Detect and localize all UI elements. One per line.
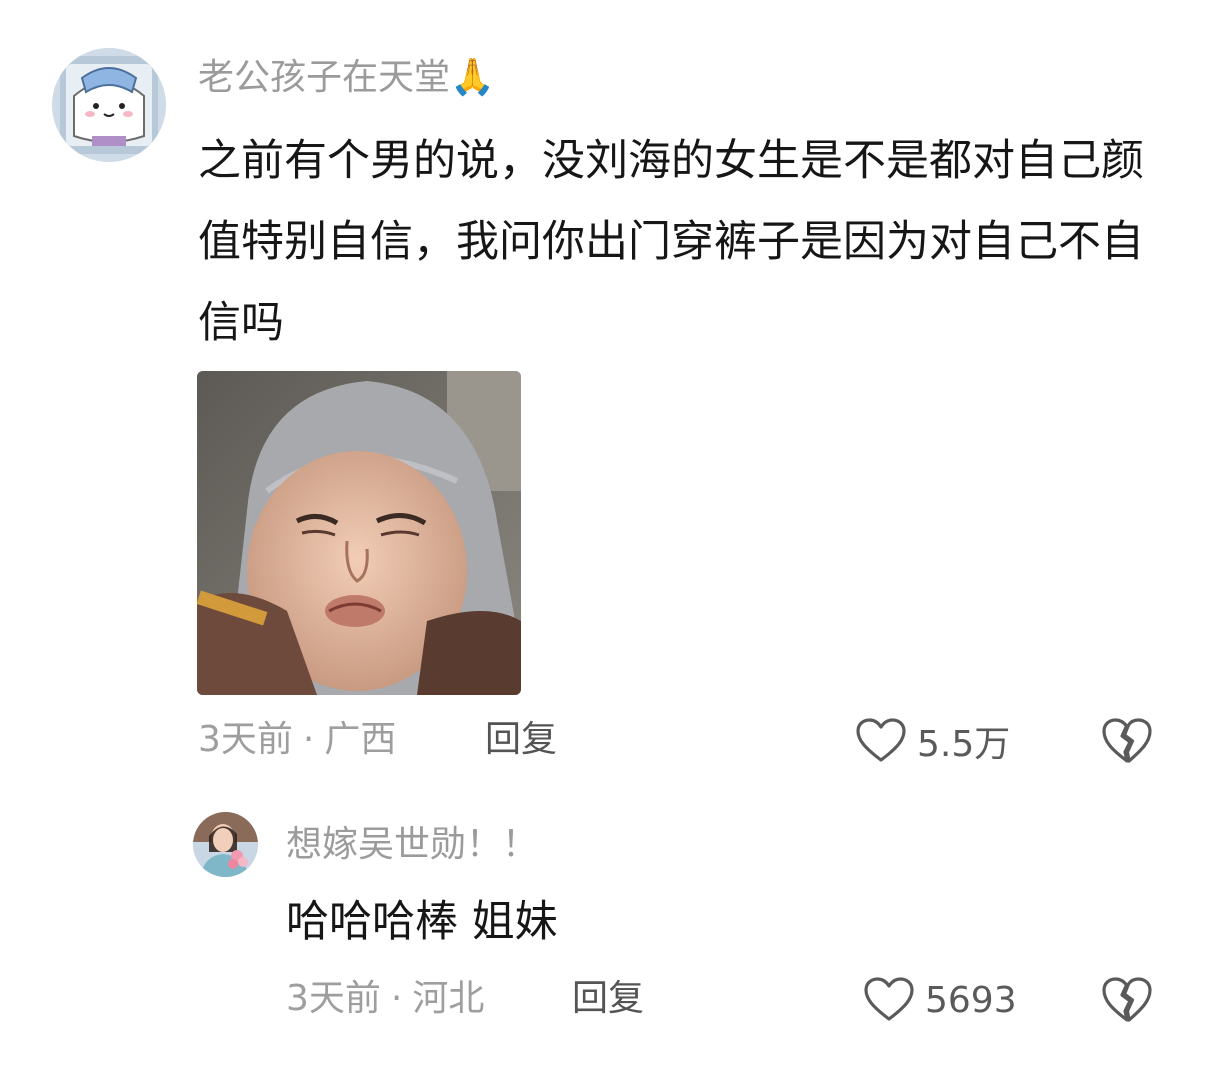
reply-button[interactable]: 回复 (485, 716, 557, 764)
meme-photo-graphic (197, 371, 521, 695)
meme-photo[interactable] (197, 371, 521, 695)
reply-button[interactable]: 回复 (572, 975, 644, 1023)
broken-heart-icon (1102, 977, 1152, 1022)
like-button[interactable]: 5693 (863, 973, 1017, 1027)
reply-meta: 3天前 · 河北 (286, 975, 484, 1023)
dislike-button[interactable] (1100, 716, 1154, 766)
heart-outline-icon (856, 718, 906, 762)
meta-separator: · (390, 978, 403, 1019)
comment-time: 3天前 (198, 719, 293, 760)
comment-text: 之前有个男的说，没刘海的女生是不是都对自己颜值特别自信，我问你出门穿裤子是因为对… (198, 136, 1144, 348)
heart-outline-icon (864, 977, 914, 1021)
meta-separator: · (302, 719, 315, 760)
broken-heart-icon (1102, 718, 1152, 763)
reply-time: 3天前 (286, 978, 381, 1019)
reply-location: 河北 (412, 978, 485, 1019)
commenter-avatar[interactable] (52, 48, 166, 162)
comment-meta: 3天前 · 广西 (198, 716, 396, 764)
like-count: 5693 (925, 979, 1017, 1021)
like-button[interactable]: 5.5万 (855, 714, 1010, 768)
cartoon-avatar-image (52, 48, 166, 162)
comment-location: 广西 (324, 719, 397, 760)
like-count: 5.5万 (917, 724, 1011, 765)
replier-avatar[interactable] (193, 812, 258, 877)
commenter-username[interactable]: 老公孩子在天堂🙏 (198, 54, 495, 102)
photo-avatar-image (193, 812, 258, 877)
reply-text: 哈哈哈棒 姐妹 (286, 897, 558, 947)
replier-username[interactable]: 想嫁吴世勋！！ (286, 821, 538, 869)
dislike-button[interactable] (1100, 975, 1154, 1025)
